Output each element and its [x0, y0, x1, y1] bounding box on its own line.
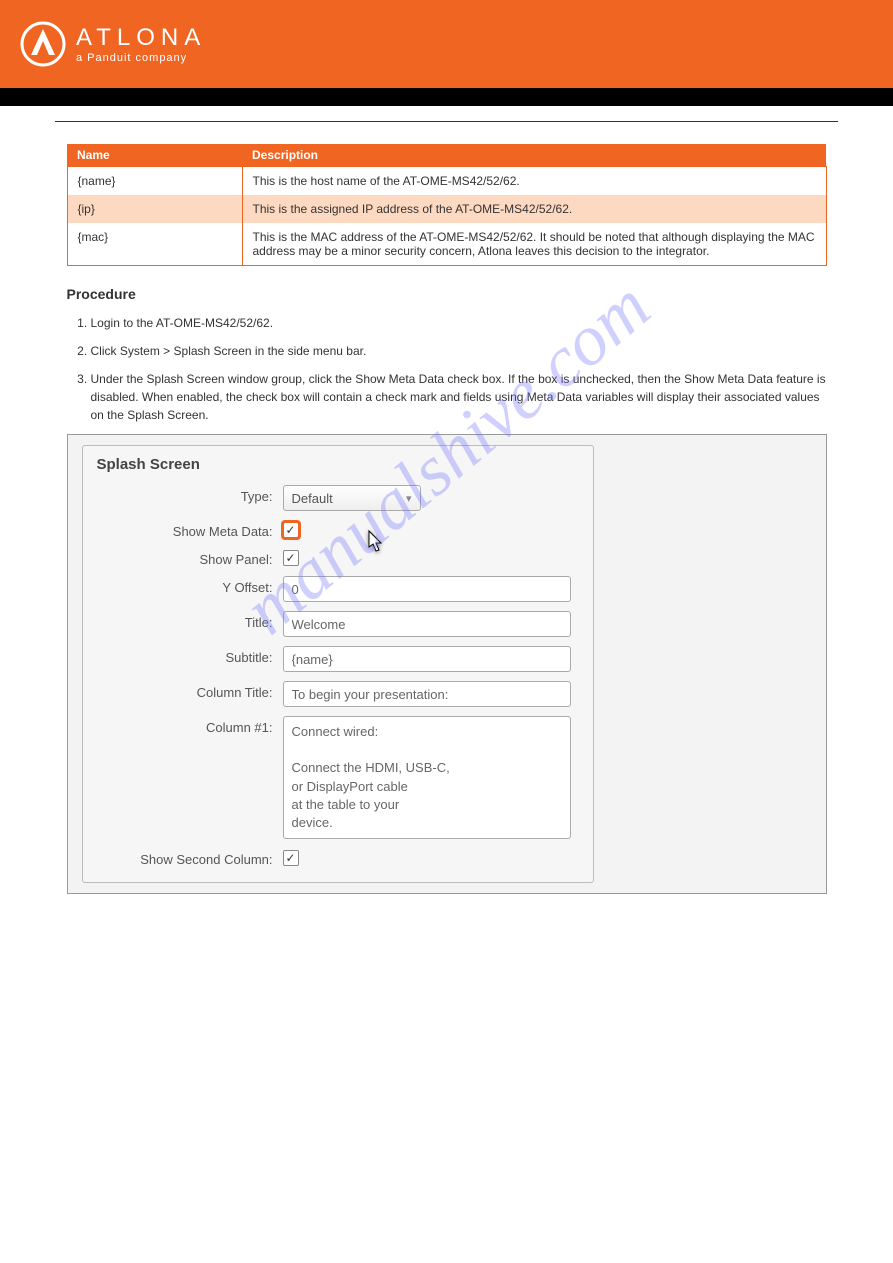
splash-screen-panel: Splash Screen Type: Default ▾ Show Meta … [82, 445, 594, 883]
show-meta-label: Show Meta Data: [97, 520, 283, 539]
header-divider [0, 88, 893, 106]
chevron-down-icon: ▾ [406, 492, 412, 505]
col-header-desc: Description [242, 144, 826, 167]
step: Under the Splash Screen window group, cl… [91, 370, 827, 424]
splash-screen-screenshot: Splash Screen Type: Default ▾ Show Meta … [67, 434, 827, 894]
brand-header: ATLONA a Panduit company [0, 0, 893, 88]
type-select[interactable]: Default ▾ [283, 485, 421, 511]
column1-textarea[interactable]: Connect wired: Connect the HDMI, USB-C, … [283, 716, 571, 839]
show-meta-checkbox[interactable] [283, 522, 299, 538]
panel-title: Splash Screen [97, 456, 579, 473]
procedure-heading: Procedure [67, 286, 827, 302]
table-row: {ip} This is the assigned IP address of … [67, 195, 826, 223]
brand-subline: a Panduit company [76, 52, 206, 64]
show-panel-checkbox[interactable] [283, 550, 299, 566]
y-offset-input[interactable] [283, 576, 571, 602]
show-second-checkbox[interactable] [283, 850, 299, 866]
show-panel-label: Show Panel: [97, 548, 283, 567]
table-row: {name} This is the host name of the AT-O… [67, 167, 826, 196]
section-rule [55, 121, 838, 122]
column1-label: Column #1: [97, 716, 283, 735]
brand-name: ATLONA [76, 24, 206, 52]
title-label: Title: [97, 611, 283, 630]
meta-variables-table: Name Description {name} This is the host… [67, 144, 827, 266]
y-offset-label: Y Offset: [97, 576, 283, 595]
show-second-label: Show Second Column: [97, 848, 283, 867]
col-header-name: Name [67, 144, 242, 167]
title-input[interactable] [283, 611, 571, 637]
column-title-input[interactable] [283, 681, 571, 707]
step: Login to the AT-OME-MS42/52/62. [91, 314, 827, 332]
column-title-label: Column Title: [97, 681, 283, 700]
procedure-steps: Login to the AT-OME-MS42/52/62. Click Sy… [67, 314, 827, 424]
step: Click System > Splash Screen in the side… [91, 342, 827, 360]
type-label: Type: [97, 485, 283, 504]
logo: ATLONA a Panduit company [20, 21, 206, 67]
table-row: {mac} This is the MAC address of the AT-… [67, 223, 826, 266]
subtitle-input[interactable] [283, 646, 571, 672]
atlona-logo-icon [20, 21, 66, 67]
subtitle-label: Subtitle: [97, 646, 283, 665]
